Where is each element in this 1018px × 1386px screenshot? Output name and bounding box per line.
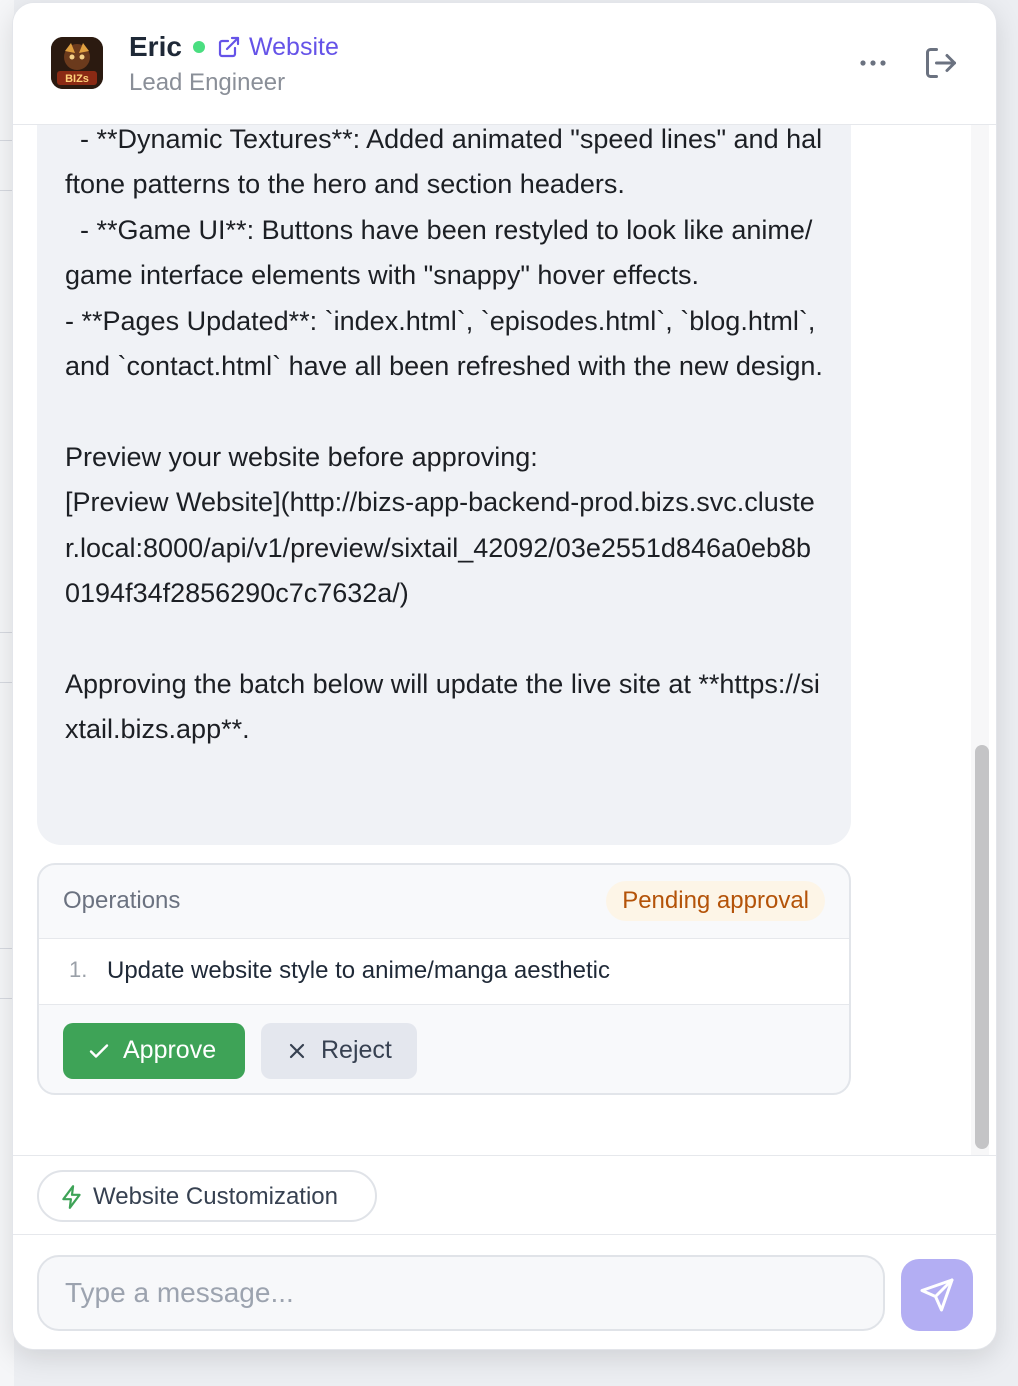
svg-text:BIZs: BIZs [65, 73, 89, 85]
scrollbar-thumb[interactable] [975, 745, 989, 1149]
more-icon[interactable] [855, 49, 891, 77]
suggestion-chips-bar: Website Customization [13, 1155, 996, 1235]
chip-website-customization[interactable]: Website Customization [37, 1170, 377, 1222]
approve-button[interactable]: Approve [63, 1023, 245, 1079]
approve-label: Approve [123, 1036, 217, 1064]
chat-header: BIZs Eric Website Lead Engineer [13, 3, 996, 125]
operations-title: Operations [63, 887, 181, 914]
operations-card: Operations Pending approval 1. Update we… [37, 863, 851, 1095]
operation-item: 1. Update website style to anime/manga a… [39, 939, 849, 1005]
operations-header: Operations Pending approval [39, 865, 849, 939]
agent-avatar: BIZs [51, 37, 103, 89]
status-badge: Pending approval [606, 881, 825, 921]
chip-label: Website Customization [93, 1183, 338, 1210]
chat-window: BIZs Eric Website Lead Engineer - **Dyna… [12, 2, 997, 1350]
online-status-dot [193, 41, 205, 53]
message-input[interactable] [37, 1255, 885, 1331]
logout-icon[interactable] [923, 45, 959, 81]
agent-role: Lead Engineer [129, 69, 286, 96]
close-icon [289, 1043, 305, 1059]
send-button[interactable] [901, 1259, 973, 1331]
operation-text: Update website style to anime/manga aest… [107, 957, 610, 984]
send-icon [920, 1278, 954, 1312]
reject-button[interactable]: Reject [261, 1023, 417, 1079]
external-link-icon[interactable] [217, 35, 241, 59]
avatar-logo-icon: BIZs [51, 37, 103, 89]
agent-name: Eric [129, 31, 182, 62]
check-icon [89, 1044, 109, 1058]
bolt-icon [62, 1185, 81, 1209]
assistant-message-bubble: - **Dynamic Textures**: Added animated "… [37, 125, 851, 845]
website-link[interactable]: Website [249, 33, 339, 62]
message-list[interactable]: - **Dynamic Textures**: Added animated "… [13, 125, 996, 1155]
composer [13, 1235, 996, 1349]
reject-label: Reject [321, 1036, 392, 1064]
operation-number: 1. [69, 957, 88, 982]
